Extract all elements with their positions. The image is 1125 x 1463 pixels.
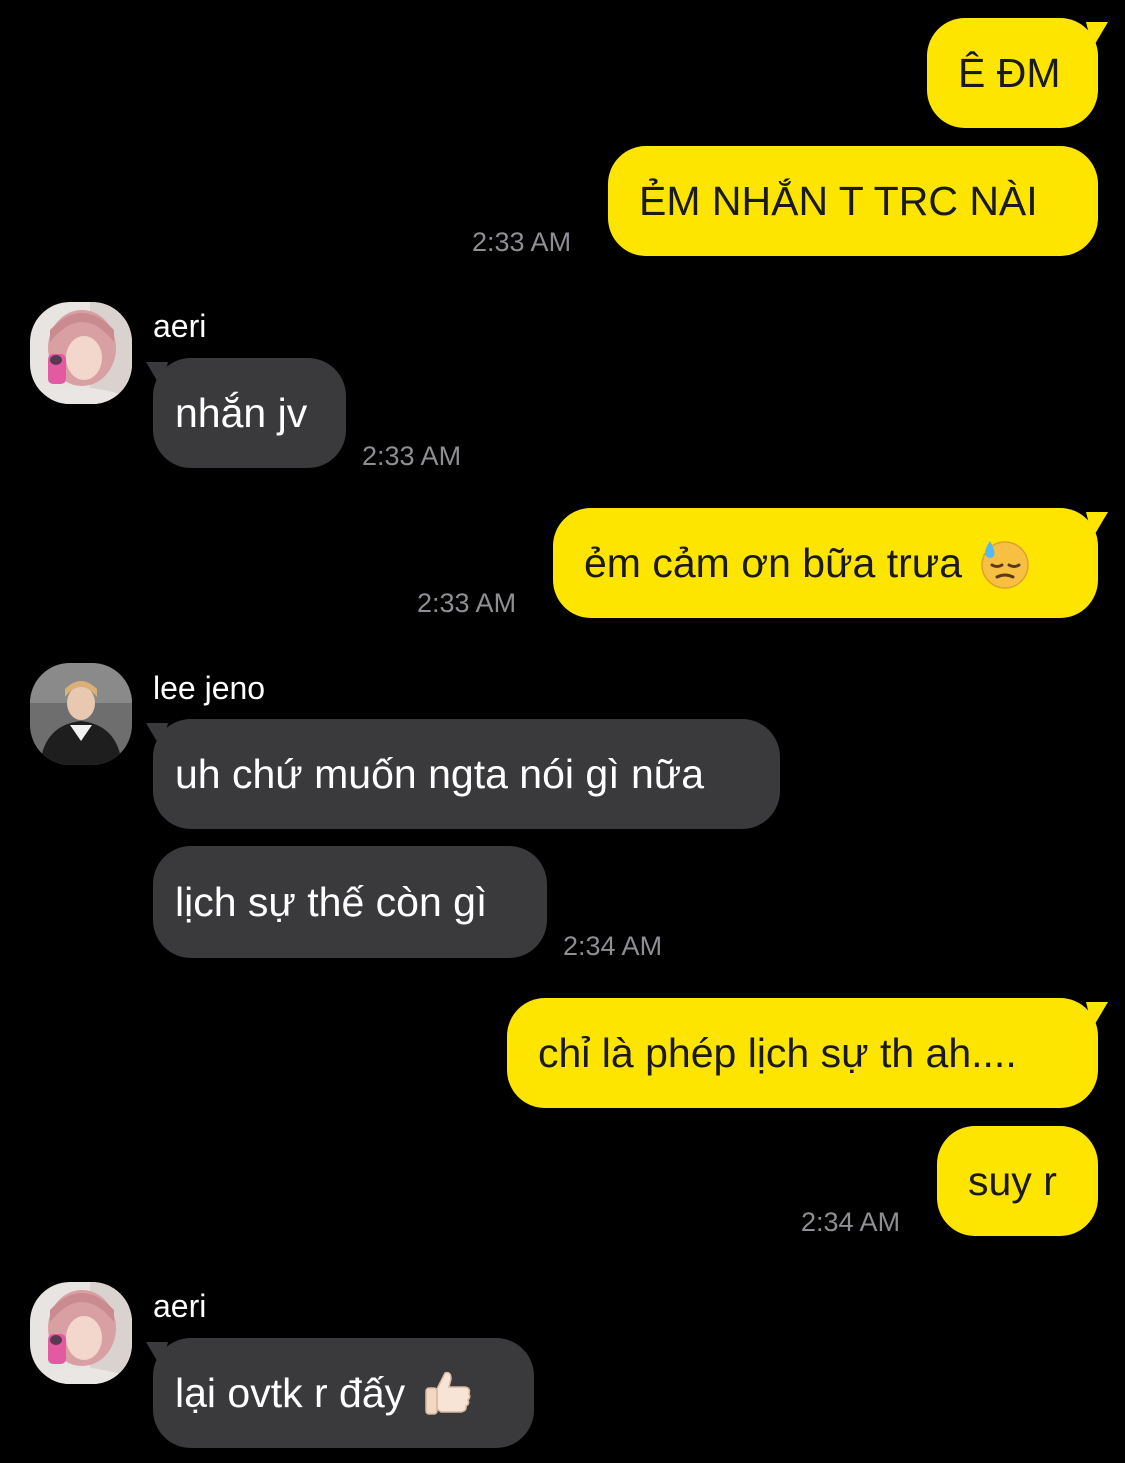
message-text: Ê ĐM [958, 49, 1061, 96]
message-text: chỉ là phép lịch sự th ah.... [538, 1029, 1017, 1076]
message-text: ẺM NHẮN T TRC NÀI [639, 177, 1038, 224]
message-text: nhắn jv [175, 389, 308, 436]
avatar-image [30, 663, 132, 765]
message-text: uh chứ muốn ngta nói gì nữa [175, 750, 705, 797]
avatar-aeri[interactable] [30, 1282, 132, 1384]
sender-name: lee jeno [153, 670, 266, 706]
sender-name: aeri [153, 1288, 207, 1324]
avatar-image [30, 1282, 132, 1384]
outgoing-message-bubble[interactable]: Ê ĐM [927, 18, 1098, 128]
sender-name: aeri [153, 308, 207, 344]
message-timestamp: 2:34 AM [801, 1207, 901, 1237]
message-timestamp: 2:33 AM [472, 227, 572, 257]
outgoing-message-bubble[interactable]: suy r [937, 1126, 1098, 1236]
avatar-image [30, 302, 132, 404]
incoming-message-bubble[interactable]: uh chứ muốn ngta nói gì nữa [153, 719, 780, 829]
message-timestamp: 2:33 AM [417, 588, 517, 618]
downcast-face-with-sweat-icon [981, 541, 1029, 589]
outgoing-message-bubble[interactable]: ẺM NHẮN T TRC NÀI [608, 146, 1098, 256]
incoming-message-bubble[interactable]: lịch sự thế còn gì [153, 846, 547, 958]
message-text: ẻm cảm ơn bữa trưa [584, 539, 963, 586]
avatar-aeri[interactable] [30, 302, 132, 404]
incoming-message-bubble[interactable]: nhắn jv [153, 358, 346, 468]
message-text: suy r [968, 1157, 1057, 1204]
message-text: lại ovtk r đấy [175, 1369, 406, 1416]
outgoing-message-bubble[interactable]: chỉ là phép lịch sự th ah.... [507, 998, 1098, 1108]
message-timestamp: 2:34 AM [563, 931, 663, 961]
outgoing-message-bubble[interactable]: ẻm cảm ơn bữa trưa [553, 508, 1098, 618]
thumbs-up-icon [425, 1371, 471, 1415]
message-timestamp: 2:33 AM [362, 441, 462, 471]
avatar-lee-jeno[interactable] [30, 663, 132, 765]
message-text: lịch sự thế còn gì [175, 878, 488, 925]
incoming-message-bubble[interactable]: lại ovtk r đấy [153, 1338, 534, 1448]
